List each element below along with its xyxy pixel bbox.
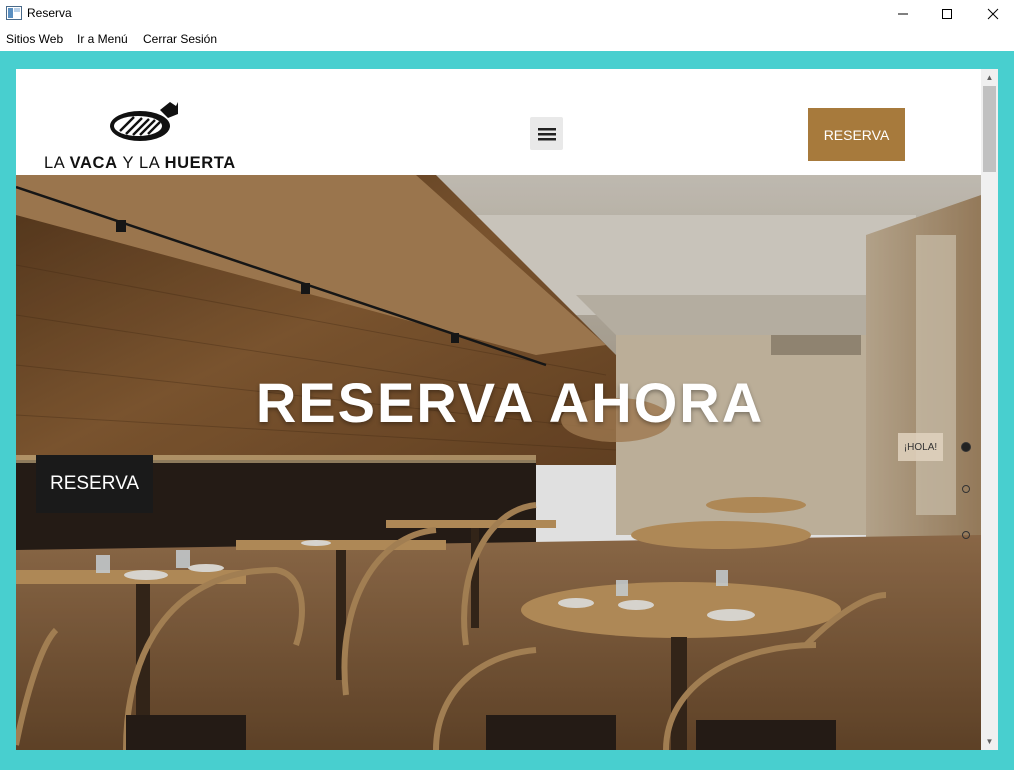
slider-dot-1[interactable] [961,442,971,452]
hero-title: RESERVA AHORA [255,371,765,434]
menu-sitios-web[interactable]: Sitios Web [6,32,63,46]
menu-bar: Sitios Web Ir a Menú Cerrar Sesión [0,28,1014,51]
restaurant-interior-image [16,175,981,750]
maximize-icon [942,9,952,19]
scroll-up-arrow-icon[interactable]: ▲ [981,69,998,86]
menu-ir-a-menu[interactable]: Ir a Menú [77,32,128,46]
slider-dot-2[interactable] [962,485,970,493]
site-header: LA VACA Y LA HUERTA RESERVA [16,69,981,175]
brand-logo-text[interactable]: LA VACA Y LA HUERTA [44,154,236,173]
hamburger-menu-button[interactable] [530,117,563,150]
app-icon [6,6,22,20]
scroll-thumb[interactable] [983,86,996,172]
window-titlebar: Reserva [0,0,1014,28]
minimize-icon [898,13,908,15]
hamburger-icon [537,127,556,140]
window-title: Reserva [27,6,72,20]
hero-reserva-button[interactable]: RESERVA [36,455,153,513]
slider-dot-3[interactable] [962,531,970,539]
steak-logo-icon[interactable] [108,98,180,146]
minimize-button[interactable] [880,0,926,28]
menu-cerrar-sesion[interactable]: Cerrar Sesión [143,32,217,46]
hola-side-tab[interactable]: ¡HOLA! [898,433,943,461]
hero-section: RESERVA AHORA RESERVA ¡HOLA! [16,175,981,750]
maximize-button[interactable] [924,0,970,28]
web-viewport: LA VACA Y LA HUERTA RESERVA RESERVA AHOR… [16,69,998,750]
vertical-scrollbar[interactable]: ▲ ▼ [981,69,998,750]
close-button[interactable] [970,0,1014,28]
scroll-down-arrow-icon[interactable]: ▼ [981,733,998,750]
header-reserva-button[interactable]: RESERVA [808,108,905,161]
close-icon [987,8,999,20]
